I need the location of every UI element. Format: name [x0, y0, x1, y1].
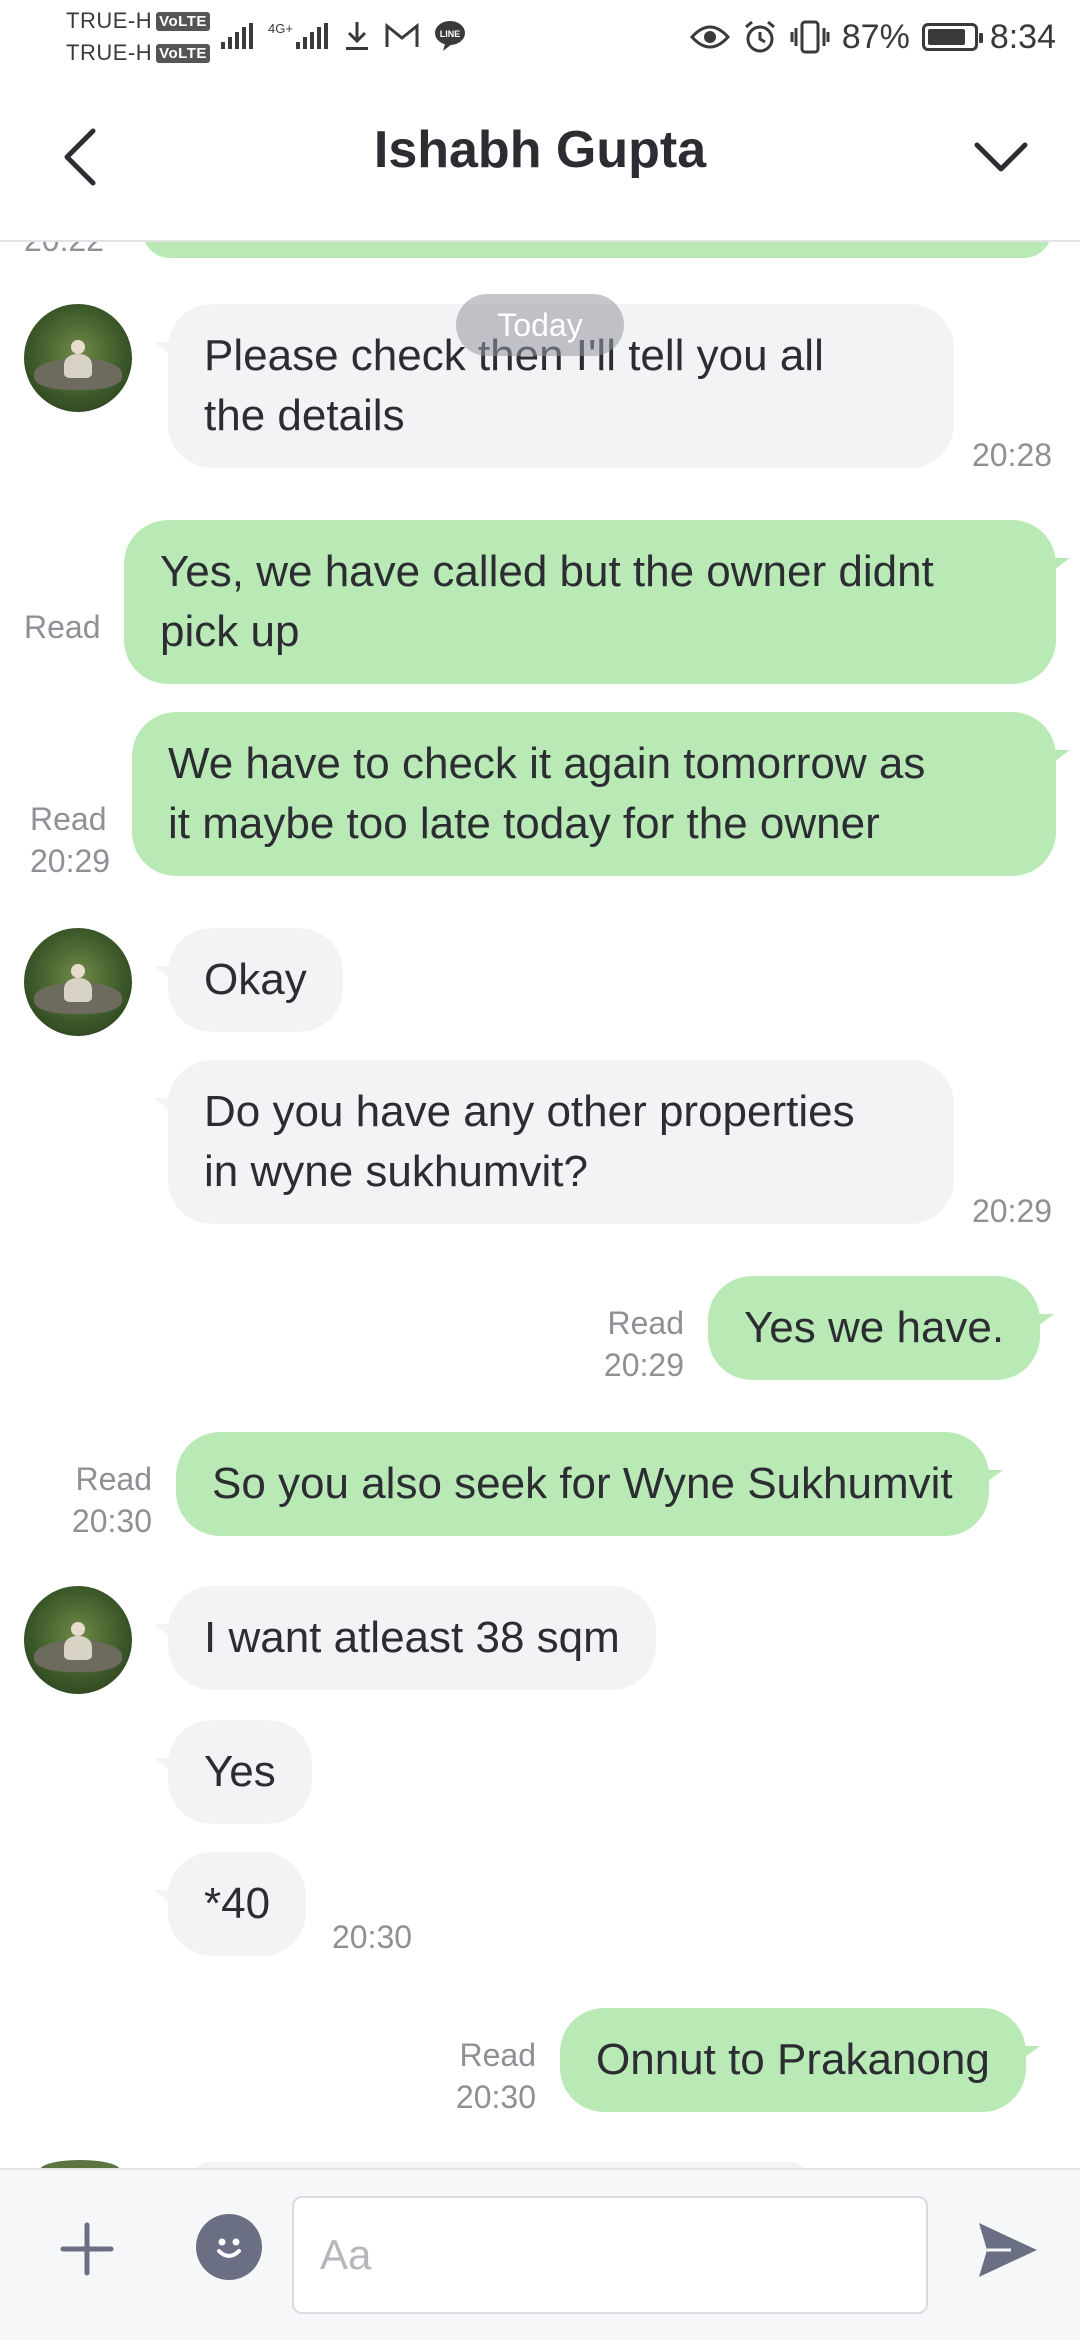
message-bubble-outgoing[interactable]: Yes we have. [708, 1276, 1055, 1380]
message-meta: Read 20:30 [40, 1458, 152, 1542]
message-text: Yes [204, 1747, 276, 1796]
message-bubble-incoming[interactable]: Yes [154, 1720, 312, 1824]
plus-icon [60, 2222, 114, 2276]
message-bubble-incoming[interactable]: I want atleast 38 sqm [154, 1586, 656, 1690]
message-bubble-incoming[interactable]: *40 [153, 1852, 307, 1956]
svg-text:LINE: LINE [440, 29, 461, 39]
emoji-button[interactable] [196, 2214, 262, 2280]
message-text: the details [204, 391, 405, 440]
message-text: We have to check it again tomorrow as [168, 739, 926, 788]
clock: 8:34 [989, 17, 1056, 56]
message-time: 20:29 [972, 1193, 1053, 1229]
volte-badge-2: VoLTE [156, 44, 210, 63]
carrier-label-2: TRUE-H VoLTE [66, 40, 210, 66]
message-bubble-outgoing[interactable]: We have to check it again tomorrow as it… [132, 712, 1070, 876]
read-receipt: Read [24, 609, 101, 645]
status-icons-left: 4G+ LINE [220, 16, 467, 56]
contact-avatar[interactable] [24, 1586, 132, 1694]
message-bubble-outgoing[interactable]: Onnut to Prakanong [560, 2008, 1040, 2112]
message-text: it maybe too late today for the owner [168, 799, 880, 848]
alarm-icon [744, 20, 775, 53]
message-meta: Read 20:29 [560, 1302, 684, 1386]
eye-icon [689, 25, 730, 49]
message-text: *40 [204, 1879, 271, 1928]
chevron-down-icon [974, 142, 1028, 172]
download-icon [345, 22, 368, 50]
message-time: 20:30 [455, 2079, 536, 2115]
message-meta: Read 20:29 [30, 798, 110, 882]
attach-button[interactable] [52, 2214, 122, 2284]
line-icon: LINE [434, 21, 465, 51]
message-input-bar [0, 2168, 1080, 2340]
message-text: Onnut to Prakanong [596, 2035, 990, 2084]
message-text: in wyne sukhumvit? [204, 1147, 588, 1196]
carrier-label-1: TRUE-H VoLTE [66, 8, 210, 34]
status-icons-right: 87% 8:34 [689, 12, 1056, 62]
message-time: 20:29 [30, 843, 111, 879]
gmail-icon [385, 23, 419, 47]
read-receipt: Read [75, 1461, 153, 1497]
message-text: I want atleast 38 sqm [204, 1613, 620, 1662]
read-receipt: Read [607, 1305, 685, 1341]
message-list[interactable]: 20:22 Today Please check then I'll tell … [0, 242, 1080, 2168]
message-text: Yes we have. [744, 1303, 1005, 1352]
message-bubble-partial[interactable] [142, 242, 1052, 258]
battery-icon [921, 23, 983, 51]
message-bubble-incoming[interactable]: Okay [154, 928, 343, 1032]
send-button[interactable] [972, 2214, 1044, 2286]
emoji-icon [217, 2238, 241, 2258]
contact-avatar[interactable] [24, 304, 132, 412]
volte-badge-1: VoLTE [156, 12, 210, 31]
read-receipt: Read [459, 2037, 537, 2073]
signal-icon [221, 23, 253, 49]
message-bubble-outgoing[interactable]: Yes, we have called but the owner didnt … [124, 520, 1070, 684]
message-bubble-incoming[interactable]: Do you have any other properties in wyne… [154, 1060, 954, 1224]
message-time: 20:30 [332, 1919, 413, 1955]
battery-percent: 87% [841, 17, 910, 56]
message-text: Okay [204, 955, 307, 1004]
read-receipt: Read [30, 801, 107, 837]
message-text: Yes, we have called but the owner didnt [160, 547, 934, 596]
message-time: 20:29 [603, 1347, 684, 1383]
message-time-partial: 20:22 [24, 242, 104, 259]
contact-name: Ishabh Gupta [373, 121, 707, 179]
message-bubble-outgoing[interactable]: So you also seek for Wyne Sukhumvit [176, 1432, 1003, 1536]
chat-header: Ishabh Gupta [0, 78, 1080, 242]
status-bar: TRUE-H VoLTE TRUE-H VoLTE 4G+ LINE 87% 8:3… [0, 0, 1080, 78]
date-separator: Today [456, 294, 624, 356]
message-input[interactable] [292, 2196, 928, 2314]
message-meta: Read 20:30 [420, 2034, 536, 2118]
contact-avatar[interactable] [24, 928, 132, 1036]
header-menu-button[interactable] [966, 122, 1036, 192]
send-icon [979, 2223, 1037, 2277]
message-time: 20:28 [972, 437, 1053, 473]
message-text: So you also seek for Wyne Sukhumvit [212, 1459, 953, 1508]
signal-4g-icon: 4G+ [268, 22, 329, 50]
message-text: pick up [160, 607, 300, 656]
vibrate-icon [790, 20, 830, 54]
message-text: Do you have any other properties [204, 1087, 855, 1136]
contact-avatar-partial [40, 2160, 120, 2168]
message-time: 20:30 [71, 1503, 152, 1539]
